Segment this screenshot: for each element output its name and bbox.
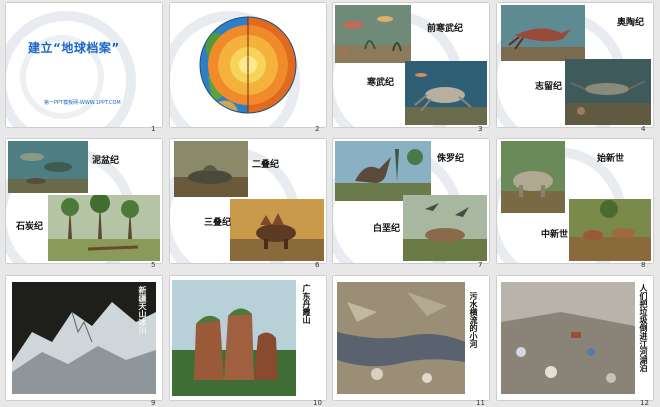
period-label-devonian: 泥盆纪 — [92, 156, 120, 166]
jurassic-dinosaur-image — [335, 141, 431, 201]
epoch-label-miocene: 中新世 — [541, 230, 569, 240]
devonian-fish-image — [8, 141, 88, 193]
slide-thumbnail-7[interactable]: 侏罗纪 白垩纪 — [333, 139, 489, 263]
slide-thumbnail-2[interactable] — [170, 3, 326, 127]
slide-thumbnail-10[interactable]: 广东丹霞山 — [170, 276, 326, 400]
slide-number: 8 — [641, 261, 646, 269]
slide-thumbnail-4[interactable]: 奥陶纪 志留纪 — [497, 3, 653, 127]
photo-caption: 新疆天山冰川 — [138, 286, 148, 334]
danxia-mountain-photo — [172, 280, 296, 396]
earth-cross-section-image — [199, 16, 297, 114]
slide-subtitle: 第一PPT模板网-WWW.1PPT.COM — [44, 100, 121, 106]
ordovician-sea-life-image — [501, 5, 585, 61]
slide-thumbnail-6[interactable]: 二叠纪 三叠纪 — [170, 139, 326, 263]
eocene-mammal-image — [501, 141, 565, 213]
period-label-triassic: 三叠纪 — [204, 218, 232, 228]
slide-number: 5 — [151, 261, 156, 269]
slide-number: 3 — [478, 125, 483, 133]
slide-thumbnail-5[interactable]: 泥盆纪 石炭纪 — [6, 139, 162, 263]
slide-title: 建立“地球档案” — [28, 41, 120, 55]
epoch-label-eocene: 始新世 — [597, 154, 625, 164]
silurian-sea-life-image — [565, 59, 651, 125]
period-label-permian: 二叠纪 — [252, 160, 280, 170]
garbage-dump-photo — [501, 282, 635, 394]
slide-number: 7 — [478, 261, 483, 269]
precambrian-sea-life-image — [335, 5, 411, 63]
slide-number: 1 — [151, 125, 156, 133]
slide-thumbnail-11[interactable]: 污水横流的小河 — [333, 276, 489, 400]
cretaceous-dinosaur-image — [403, 195, 487, 261]
period-label-carboniferous: 石炭纪 — [16, 222, 44, 232]
photo-caption: 人们把垃圾倒进江河湖泊 — [639, 284, 649, 372]
slide-number: 4 — [641, 125, 646, 133]
slide-thumbnail-3[interactable]: 前寒武纪 寒武纪 — [333, 3, 489, 127]
slide-thumbnail-8[interactable]: 始新世 中新世 — [497, 139, 653, 263]
period-label-cretaceous: 白垩纪 — [373, 224, 401, 234]
period-label-silurian: 志留纪 — [535, 82, 563, 92]
triassic-dinosaur-image — [230, 199, 324, 261]
polluted-river-photo — [337, 282, 465, 394]
slide-thumbnail-12[interactable]: 人们把垃圾倒进江河湖泊 — [497, 276, 653, 400]
carboniferous-forest-image — [48, 195, 160, 261]
photo-caption: 污水横流的小河 — [469, 292, 479, 348]
slide-number: 12 — [640, 399, 649, 407]
slide-number: 11 — [476, 399, 485, 407]
period-label-jurassic: 侏罗纪 — [437, 154, 465, 164]
slide-number: 6 — [315, 261, 320, 269]
period-label-ordovician: 奥陶纪 — [617, 18, 645, 28]
slide-thumbnail-1[interactable]: 建立“地球档案” 第一PPT模板网-WWW.1PPT.COM — [6, 3, 162, 127]
slide-number: 10 — [313, 399, 322, 407]
miocene-mammals-image — [569, 199, 651, 261]
photo-caption: 广东丹霞山 — [302, 284, 312, 324]
period-label-cambrian: 寒武纪 — [367, 78, 395, 88]
slide-thumbnail-9[interactable]: 新疆天山冰川 — [6, 276, 162, 400]
permian-reptile-image — [174, 141, 248, 197]
slide-number: 9 — [151, 399, 156, 407]
cambrian-sea-life-image — [405, 61, 487, 125]
slide-number: 2 — [315, 125, 320, 133]
tianshan-glacier-photo — [12, 282, 156, 394]
period-label-precambrian: 前寒武纪 — [427, 24, 464, 34]
